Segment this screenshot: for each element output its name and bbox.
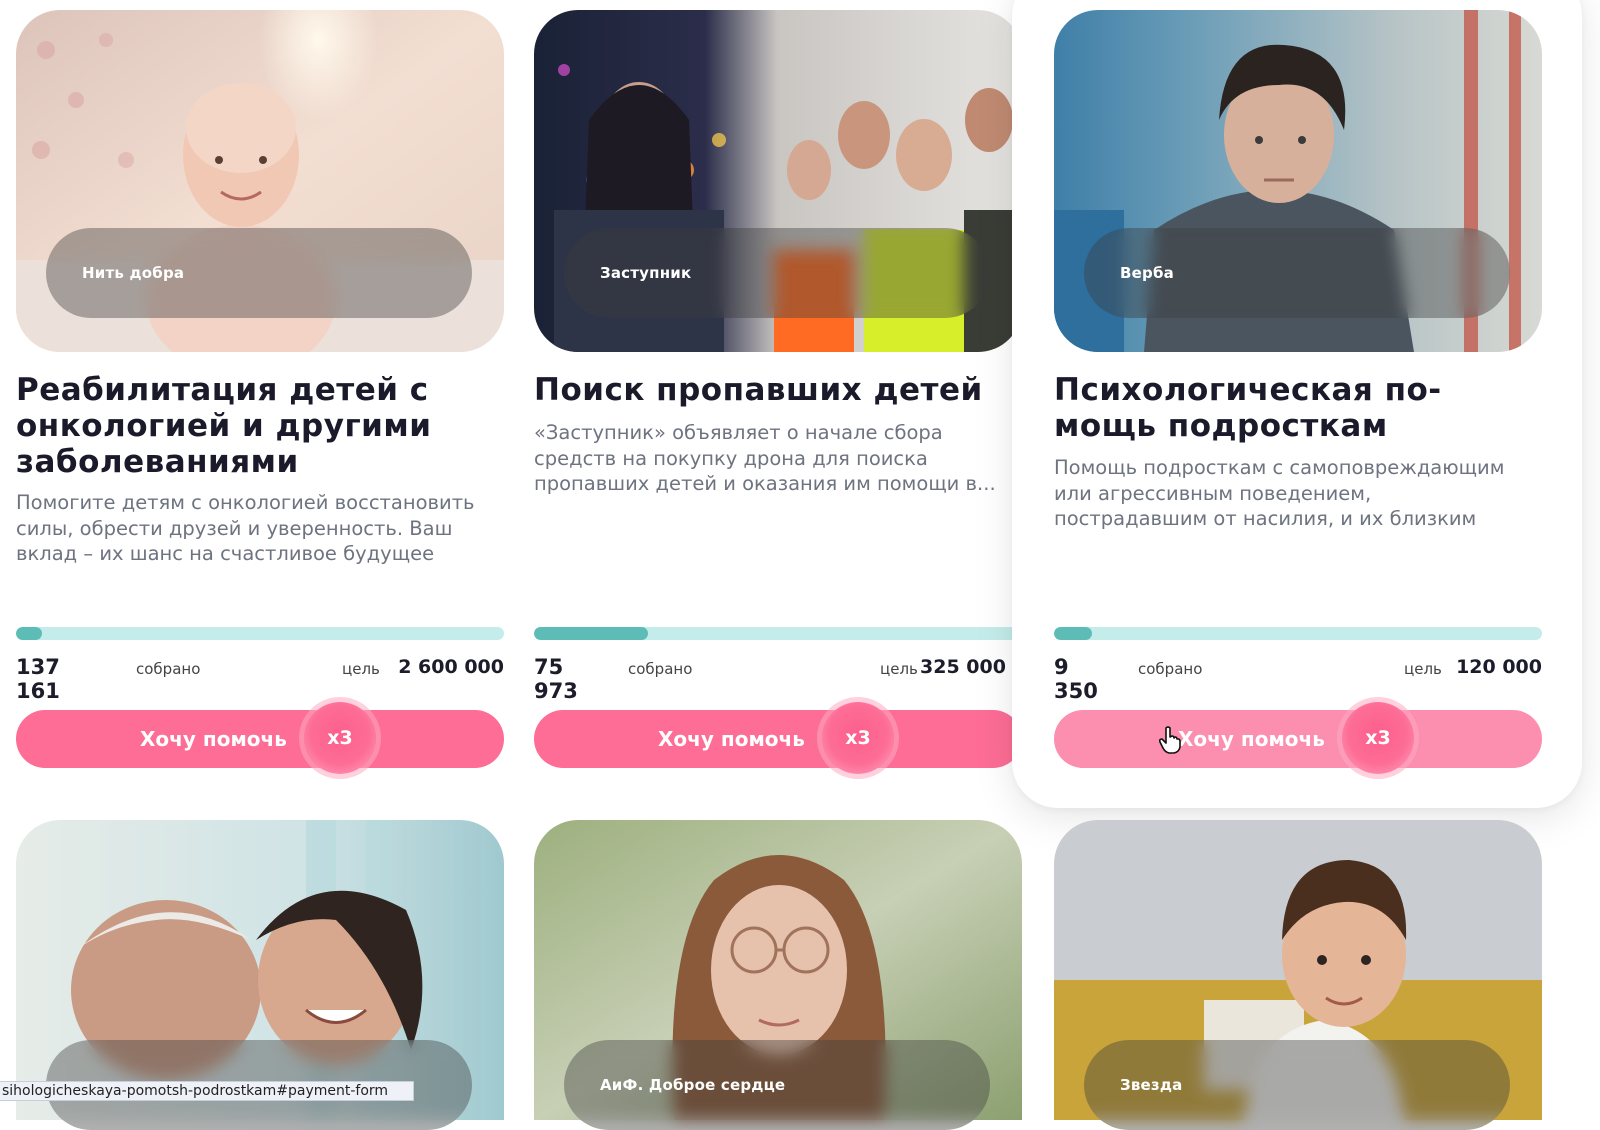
progress-fill: [16, 627, 42, 640]
card-title[interactable]: Реабилитация детей с онкологией и другим…: [16, 372, 504, 480]
goal-label: цель: [342, 660, 380, 678]
help-button-label: Хочу помочь: [1178, 727, 1325, 751]
collected-amount: 137 161: [16, 655, 60, 703]
organization-name: Заступник: [600, 264, 692, 282]
help-button[interactable]: Хочу помочь: [1054, 710, 1542, 768]
organization-name: Звезда: [1120, 1076, 1183, 1094]
organization-chip[interactable]: АиФ. Доброе сердце: [564, 1040, 990, 1130]
progress-fill: [1054, 627, 1093, 640]
goal-label: цель: [880, 660, 918, 678]
collected-label: собрано: [136, 660, 201, 678]
collected-label: собрано: [1138, 660, 1203, 678]
organization-chip[interactable]: Нить добра: [46, 228, 472, 318]
help-button-label: Хочу помочь: [140, 727, 287, 751]
help-button[interactable]: Хочу помочь: [534, 710, 1022, 768]
organization-name: Нить добра: [82, 264, 185, 282]
collected-amount: 75 973: [534, 655, 578, 703]
organization-chip[interactable]: Звезда: [1084, 1040, 1510, 1130]
card-title[interactable]: Поиск пропавших детей: [534, 372, 1034, 408]
progress-bar: [534, 627, 1022, 640]
card-title[interactable]: Психологическая по- мощь подросткам: [1054, 372, 1542, 444]
goal-amount: 120 000: [1456, 656, 1542, 678]
collected-label: собрано: [628, 660, 693, 678]
card-description: «Заступник» объявляет о начале сбора сре…: [534, 421, 996, 495]
organization-chip[interactable]: Заступник: [564, 228, 990, 318]
organization-name: АиФ. Доброе сердце: [600, 1076, 786, 1094]
goal-amount: 325 000: [920, 656, 1006, 678]
multiplier-badge[interactable]: х3: [822, 702, 894, 774]
progress-fill: [534, 627, 649, 640]
hand-cursor-icon: [1158, 726, 1181, 754]
progress-bar: [1054, 627, 1542, 640]
organization-name: Верба: [1120, 264, 1174, 282]
multiplier-badge[interactable]: х3: [1342, 702, 1414, 774]
card-description: Помогите детям с онкологией восстановить…: [16, 491, 475, 565]
goal-amount: 2 600 000: [398, 656, 504, 678]
collected-amount: 9 350: [1054, 655, 1098, 703]
link-preview-statusbar: sihologicheskaya-pomotsh-podrostkam#paym…: [0, 1081, 414, 1101]
help-button-label: Хочу помочь: [658, 727, 805, 751]
card-description: Помощь подросткам с самоповреждающим или…: [1054, 456, 1505, 530]
help-button[interactable]: Хочу помочь: [16, 710, 504, 768]
progress-bar: [16, 627, 504, 640]
organization-chip[interactable]: Верба: [1084, 228, 1510, 318]
multiplier-badge[interactable]: х3: [304, 702, 376, 774]
